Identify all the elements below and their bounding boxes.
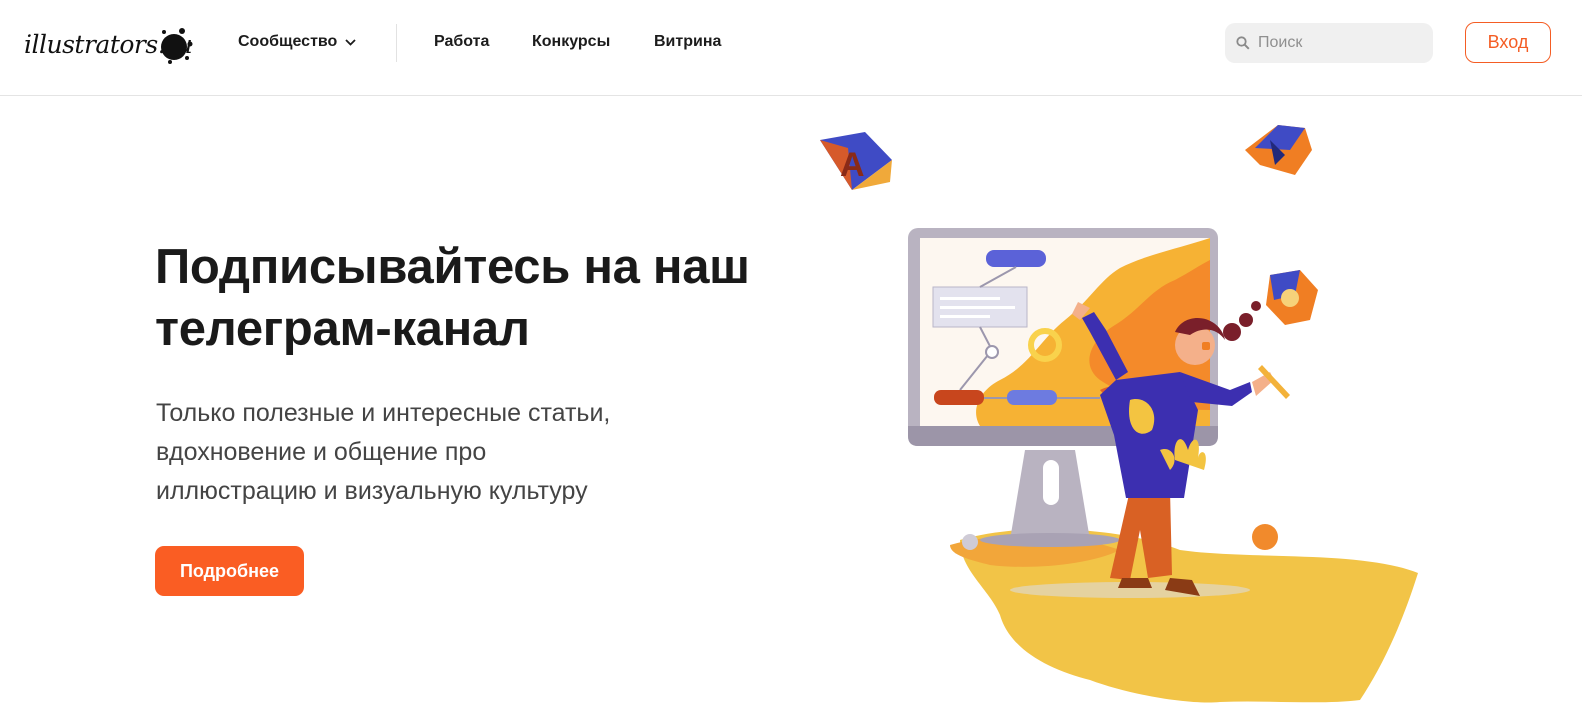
nav-community-dropdown[interactable]: Сообщество	[238, 33, 356, 51]
hero-title: Подписывайтесь на наш телеграм-канал	[155, 236, 795, 360]
search-box[interactable]	[1225, 23, 1433, 63]
nav-link-work[interactable]: Работа	[434, 33, 489, 51]
flow-card-line	[940, 315, 990, 318]
cube-bulb-icon	[1266, 270, 1318, 325]
chevron-down-icon	[345, 38, 356, 46]
hero-title-line: Подписывайтесь на наш	[155, 240, 750, 294]
cube-letter-icon: A	[820, 132, 892, 190]
search-icon	[1236, 36, 1250, 50]
site-header: illustrators.ru Сообщество Работа Конкур…	[0, 0, 1582, 96]
hero-subtitle: Только полезные и интересные статьи, вдо…	[156, 394, 716, 511]
monitor-base	[980, 533, 1120, 547]
hero-title-line: телеграм-канал	[155, 302, 530, 356]
cube-pen-icon	[1245, 125, 1312, 175]
ink-blot-icon	[161, 28, 193, 64]
nav-link-contests[interactable]: Конкурсы	[532, 33, 610, 51]
nav-community-label: Сообщество	[238, 33, 338, 50]
site-logo[interactable]: illustrators.ru	[22, 20, 194, 68]
decor-dot	[1252, 524, 1278, 550]
nav-divider	[396, 24, 397, 62]
more-button[interactable]: Подробнее	[155, 546, 304, 596]
hero-subtitle-line: вдохновение и общение про	[156, 438, 487, 466]
flow-node	[934, 390, 984, 405]
hero-subtitle-line: Только полезные и интересные статьи,	[156, 399, 611, 427]
flow-card-line	[940, 297, 1000, 300]
flow-card-line	[940, 306, 1015, 309]
flow-node	[986, 250, 1046, 267]
flow-node	[1007, 390, 1057, 405]
hero-subtitle-line: иллюстрацию и визуальную культуру	[156, 477, 588, 505]
decor-dot	[962, 534, 978, 550]
nav-link-showcase[interactable]: Витрина	[654, 33, 721, 51]
search-input[interactable]	[1258, 34, 1418, 52]
login-button[interactable]: Вход	[1465, 22, 1551, 63]
monitor-stand-slot	[1043, 460, 1059, 505]
flow-dot	[985, 345, 999, 359]
svg-text:A: A	[840, 146, 865, 184]
hero-illustration: A	[820, 125, 1418, 703]
